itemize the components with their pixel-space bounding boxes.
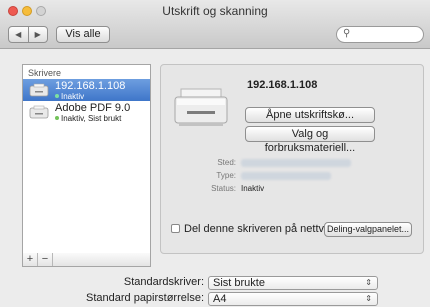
back-button[interactable]: ◀ (9, 27, 28, 42)
printer-list-item[interactable]: Adobe PDF 9.0 Inaktiv, Sist brukt (23, 101, 150, 123)
printer-list-buttons: + − (22, 253, 151, 267)
default-printer-select[interactable]: Sist brukte ⇕ (208, 276, 378, 290)
printer-list[interactable]: Skrivere 192.168.1.108 Inaktiv Adobe PDF… (22, 64, 151, 254)
type-label: Type: (216, 171, 236, 180)
printer-list-header: Skrivere (28, 68, 62, 78)
printer-icon (174, 88, 228, 126)
add-printer-button[interactable]: + (23, 253, 38, 266)
default-printer-value: Sist brukte (213, 277, 265, 289)
remove-printer-button[interactable]: − (38, 253, 53, 266)
window-title: Utskrift og skanning (162, 4, 268, 18)
printer-detail-panel: 192.168.1.108 Åpne utskriftskø... Valg o… (160, 64, 424, 254)
share-printer-row: Del denne skriveren på nettverket (171, 223, 348, 235)
printer-detail-title: 192.168.1.108 (247, 79, 318, 91)
status-value: Inaktiv (241, 184, 265, 193)
status-dot-icon (55, 94, 59, 98)
status-label: Status: (211, 184, 236, 193)
location-value-blurred (241, 159, 351, 167)
select-arrows-icon: ⇕ (365, 294, 372, 303)
forward-button[interactable]: ▶ (27, 27, 48, 42)
paper-size-value: A4 (213, 293, 227, 305)
sharing-prefs-button[interactable]: Deling-valgpanelet... (324, 222, 412, 237)
options-supplies-button[interactable]: Valg og forbruksmateriell... (245, 126, 375, 154)
select-arrows-icon: ⇕ (365, 278, 372, 287)
printer-list-item[interactable]: 192.168.1.108 Inaktiv (23, 79, 150, 101)
search-icon: ⚲ (343, 28, 351, 39)
default-printer-label: Standardskriver: (123, 276, 204, 288)
location-label: Sted: (217, 158, 236, 167)
printer-status-text: Inaktiv, Sist brukt (61, 114, 122, 123)
status-dot-icon (55, 116, 59, 120)
printer-name: 192.168.1.108 (55, 80, 126, 92)
print-scan-window: Utskrift og skanning ◀ ▶ Vis alle ⚲ Skri… (0, 0, 430, 307)
title-bar: Utskrift og skanning ◀ ▶ Vis alle ⚲ (0, 0, 430, 49)
printer-status-text: Inaktiv (61, 92, 85, 101)
printer-status: Inaktiv (55, 92, 150, 101)
share-printer-checkbox[interactable] (171, 224, 180, 233)
paper-size-select[interactable]: A4 ⇕ (208, 292, 378, 306)
printer-icon (29, 83, 49, 97)
paper-size-label: Standard papirstørrelse: (86, 292, 204, 304)
back-forward-control: ◀ ▶ (8, 26, 48, 43)
type-value-blurred (241, 172, 331, 180)
printer-icon (29, 105, 49, 119)
show-all-button[interactable]: Vis alle (56, 26, 110, 43)
search-field[interactable]: ⚲ (336, 26, 424, 43)
open-print-queue-button[interactable]: Åpne utskriftskø... (245, 107, 375, 123)
printer-name: Adobe PDF 9.0 (55, 102, 131, 114)
printer-status: Inaktiv, Sist brukt (55, 114, 150, 123)
